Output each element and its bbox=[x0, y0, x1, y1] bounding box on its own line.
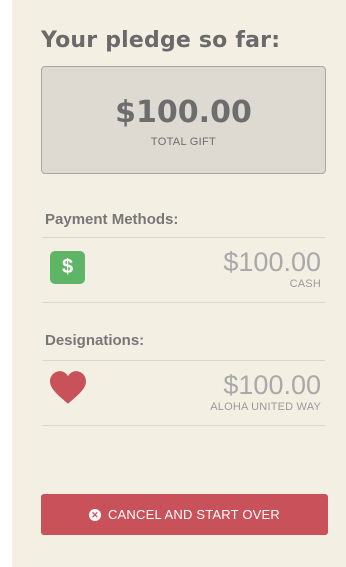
designation-amount: $100.00 bbox=[223, 370, 321, 400]
heart-icon bbox=[50, 371, 86, 404]
designations-heading: Designations: bbox=[45, 332, 145, 349]
payment-amount: $100.00 bbox=[223, 247, 321, 277]
total-gift-amount: $100.00 bbox=[115, 95, 252, 130]
total-gift-label: TOTAL GIFT bbox=[150, 136, 217, 148]
designation-row: $100.00 ALOHA UNITED WAY bbox=[42, 361, 325, 425]
divider bbox=[42, 302, 325, 303]
total-gift-box: $100.00 TOTAL GIFT bbox=[41, 66, 326, 174]
divider bbox=[42, 425, 325, 426]
cancel-and-start-over-button[interactable]: ✕ CANCEL AND START OVER bbox=[41, 494, 328, 535]
payment-methods-heading: Payment Methods: bbox=[45, 211, 179, 228]
page-title: Your pledge so far: bbox=[41, 28, 281, 53]
close-icon: ✕ bbox=[88, 508, 101, 521]
payment-method-row: $ $100.00 CASH bbox=[42, 238, 325, 302]
cancel-button-label: CANCEL AND START OVER bbox=[107, 507, 281, 522]
designation-label: ALOHA UNITED WAY bbox=[210, 401, 321, 413]
dollar-icon: $ bbox=[50, 251, 85, 284]
payment-method-label: CASH bbox=[289, 278, 321, 290]
